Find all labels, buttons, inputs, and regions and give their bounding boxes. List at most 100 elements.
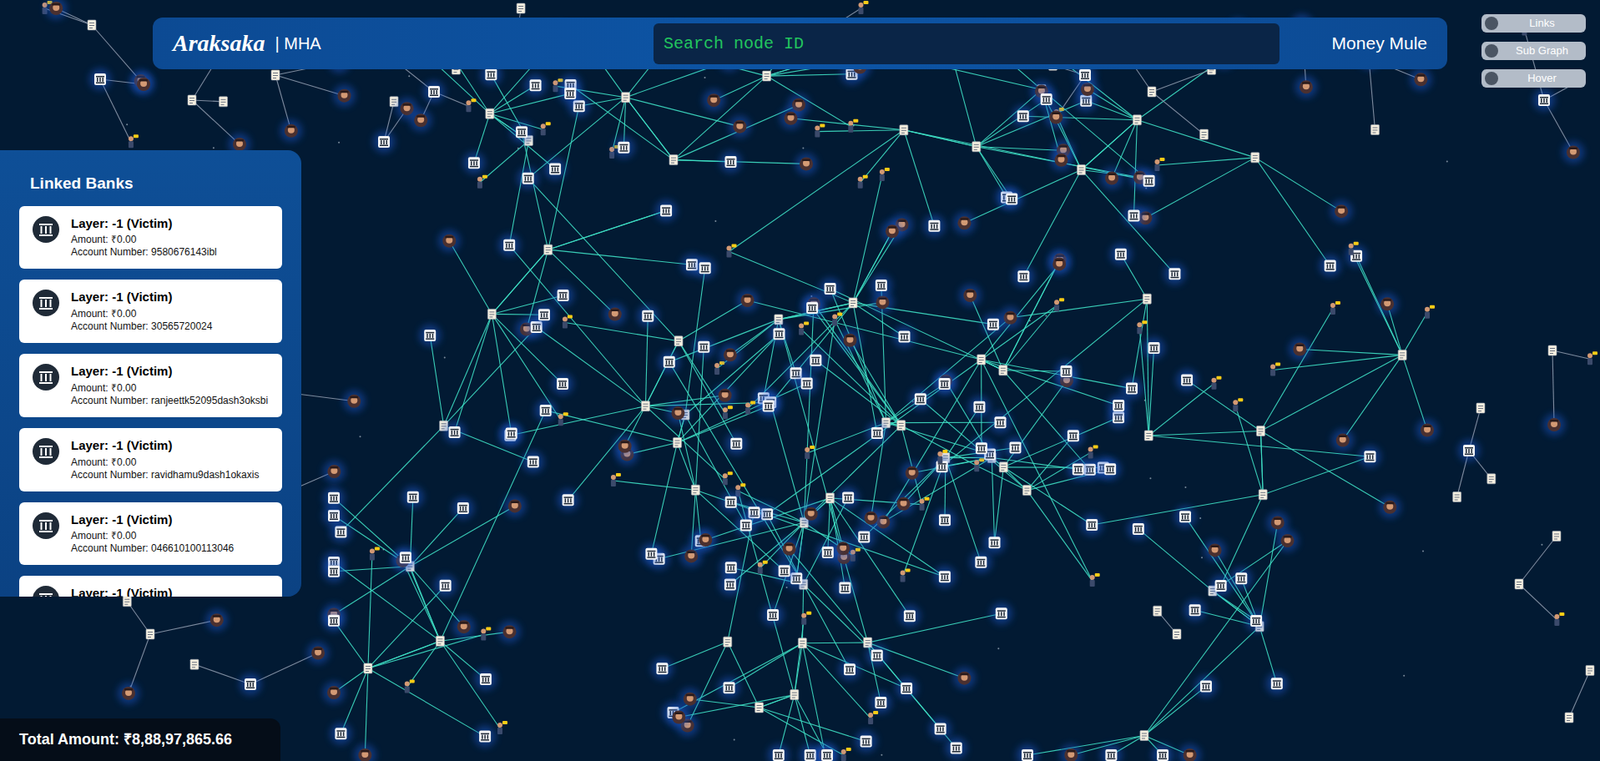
bank-node[interactable] xyxy=(1004,437,1026,460)
bank-card[interactable]: Layer: -1 (Victim)Amount: ₹0.00Account N… xyxy=(19,428,283,492)
person-node[interactable] xyxy=(667,706,690,729)
account-node[interactable] xyxy=(691,484,700,495)
account-node[interactable] xyxy=(674,336,683,347)
person-node[interactable] xyxy=(1295,75,1318,98)
account-node[interactable] xyxy=(187,95,197,106)
toggle[interactable]: Links xyxy=(1481,14,1586,33)
account-node[interactable] xyxy=(899,125,909,136)
bank-node[interactable] xyxy=(923,215,945,238)
bank-node[interactable] xyxy=(323,560,345,583)
bank-node[interactable] xyxy=(1174,505,1197,528)
bank-node[interactable] xyxy=(982,313,1005,336)
bank-node[interactable] xyxy=(1151,744,1174,761)
bank-node[interactable] xyxy=(1458,439,1480,462)
mule-node[interactable] xyxy=(804,445,815,460)
bank-node[interactable] xyxy=(989,411,1012,434)
bank-node[interactable] xyxy=(855,731,878,753)
account-node[interactable] xyxy=(790,690,799,701)
account-node[interactable] xyxy=(641,401,650,412)
mule-node[interactable] xyxy=(477,175,488,189)
person-node[interactable] xyxy=(1376,292,1399,315)
bank-node[interactable] xyxy=(640,543,662,566)
bank-node[interactable] xyxy=(452,497,475,520)
account-node[interactable] xyxy=(897,420,906,431)
bank-node[interactable] xyxy=(444,421,466,444)
mule-node[interactable] xyxy=(1211,376,1222,390)
person-node[interactable] xyxy=(901,462,924,485)
mule-node[interactable] xyxy=(480,627,491,642)
account-node[interactable] xyxy=(1585,665,1595,676)
bank-node[interactable] xyxy=(1195,676,1217,698)
person-node[interactable] xyxy=(307,641,329,664)
account-node[interactable] xyxy=(1487,474,1496,485)
person-node[interactable] xyxy=(694,529,717,551)
person-node[interactable] xyxy=(702,89,725,112)
bank-node[interactable] xyxy=(1533,89,1555,112)
person-node[interactable] xyxy=(333,85,356,107)
person-node[interactable] xyxy=(1044,106,1067,129)
bank-node[interactable] xyxy=(801,297,823,319)
bank-node[interactable] xyxy=(636,305,659,328)
bank-node[interactable] xyxy=(651,657,673,680)
account-node[interactable] xyxy=(1022,485,1031,496)
bank-node[interactable] xyxy=(796,373,818,395)
bank-node[interactable] xyxy=(522,450,545,473)
person-node[interactable] xyxy=(614,435,636,458)
person-node[interactable] xyxy=(953,667,975,690)
mule-node[interactable] xyxy=(722,471,733,485)
person-node[interactable] xyxy=(1266,511,1289,534)
bank-node[interactable] xyxy=(1012,265,1035,288)
bank-node[interactable] xyxy=(517,167,540,190)
mule-node[interactable] xyxy=(369,546,380,561)
bank-node[interactable] xyxy=(510,121,533,143)
mule-node[interactable] xyxy=(919,497,930,511)
bank-node[interactable] xyxy=(1210,575,1232,597)
account-node[interactable] xyxy=(1077,164,1086,175)
person-node[interactable] xyxy=(132,73,155,96)
mule-node[interactable] xyxy=(610,473,621,487)
bank-node[interactable] xyxy=(969,551,992,574)
bank-node[interactable] xyxy=(1230,567,1252,590)
bank-node[interactable] xyxy=(945,737,968,760)
toggle[interactable]: Sub Graph xyxy=(1481,41,1586,61)
mule-node[interactable] xyxy=(726,244,737,258)
mule-node[interactable] xyxy=(1054,297,1065,312)
toggle[interactable]: Hover xyxy=(1481,69,1586,88)
bank-node[interactable] xyxy=(1100,744,1122,761)
mule-node[interactable] xyxy=(128,134,139,148)
mule-node[interactable] xyxy=(465,98,476,112)
mule-node[interactable] xyxy=(757,560,768,575)
person-node[interactable] xyxy=(719,343,742,366)
account-node[interactable] xyxy=(1453,491,1462,502)
person-node[interactable] xyxy=(1416,419,1439,442)
account-node[interactable] xyxy=(1140,730,1149,741)
bank-node[interactable] xyxy=(833,577,856,600)
bank-node[interactable] xyxy=(694,257,717,279)
bank-node[interactable] xyxy=(524,74,547,96)
person-node[interactable] xyxy=(1059,744,1082,761)
person-node[interactable] xyxy=(1288,338,1311,360)
bank-node[interactable] xyxy=(1123,204,1146,227)
bank-node[interactable] xyxy=(984,531,1006,554)
mule-node[interactable] xyxy=(1090,573,1101,587)
person-node[interactable] xyxy=(323,681,345,704)
person-node[interactable] xyxy=(117,682,140,705)
person-node[interactable] xyxy=(736,289,759,312)
bank-node[interactable] xyxy=(817,541,839,564)
person-node[interactable] xyxy=(893,493,915,515)
mule-node[interactable] xyxy=(900,569,911,583)
bank-node[interactable] xyxy=(329,722,352,745)
account-node[interactable] xyxy=(1142,293,1151,304)
mule-node[interactable] xyxy=(1587,351,1598,365)
bank-node[interactable] xyxy=(767,744,790,761)
account-node[interactable] xyxy=(516,3,525,14)
account-node[interactable] xyxy=(1258,489,1267,500)
bank-node[interactable] xyxy=(898,605,921,627)
bank-node[interactable] xyxy=(1067,458,1090,480)
bank-card[interactable]: Layer: -1 (Victim)Amount: ₹0.00Account N… xyxy=(19,279,283,344)
mule-node[interactable] xyxy=(714,361,725,375)
account-node[interactable] xyxy=(87,20,96,31)
bank-node[interactable] xyxy=(1176,369,1198,392)
bank-card[interactable]: Layer: -1 (Victim)Amount: ₹0.00Account N… xyxy=(19,502,283,566)
bank-node[interactable] xyxy=(720,556,742,579)
